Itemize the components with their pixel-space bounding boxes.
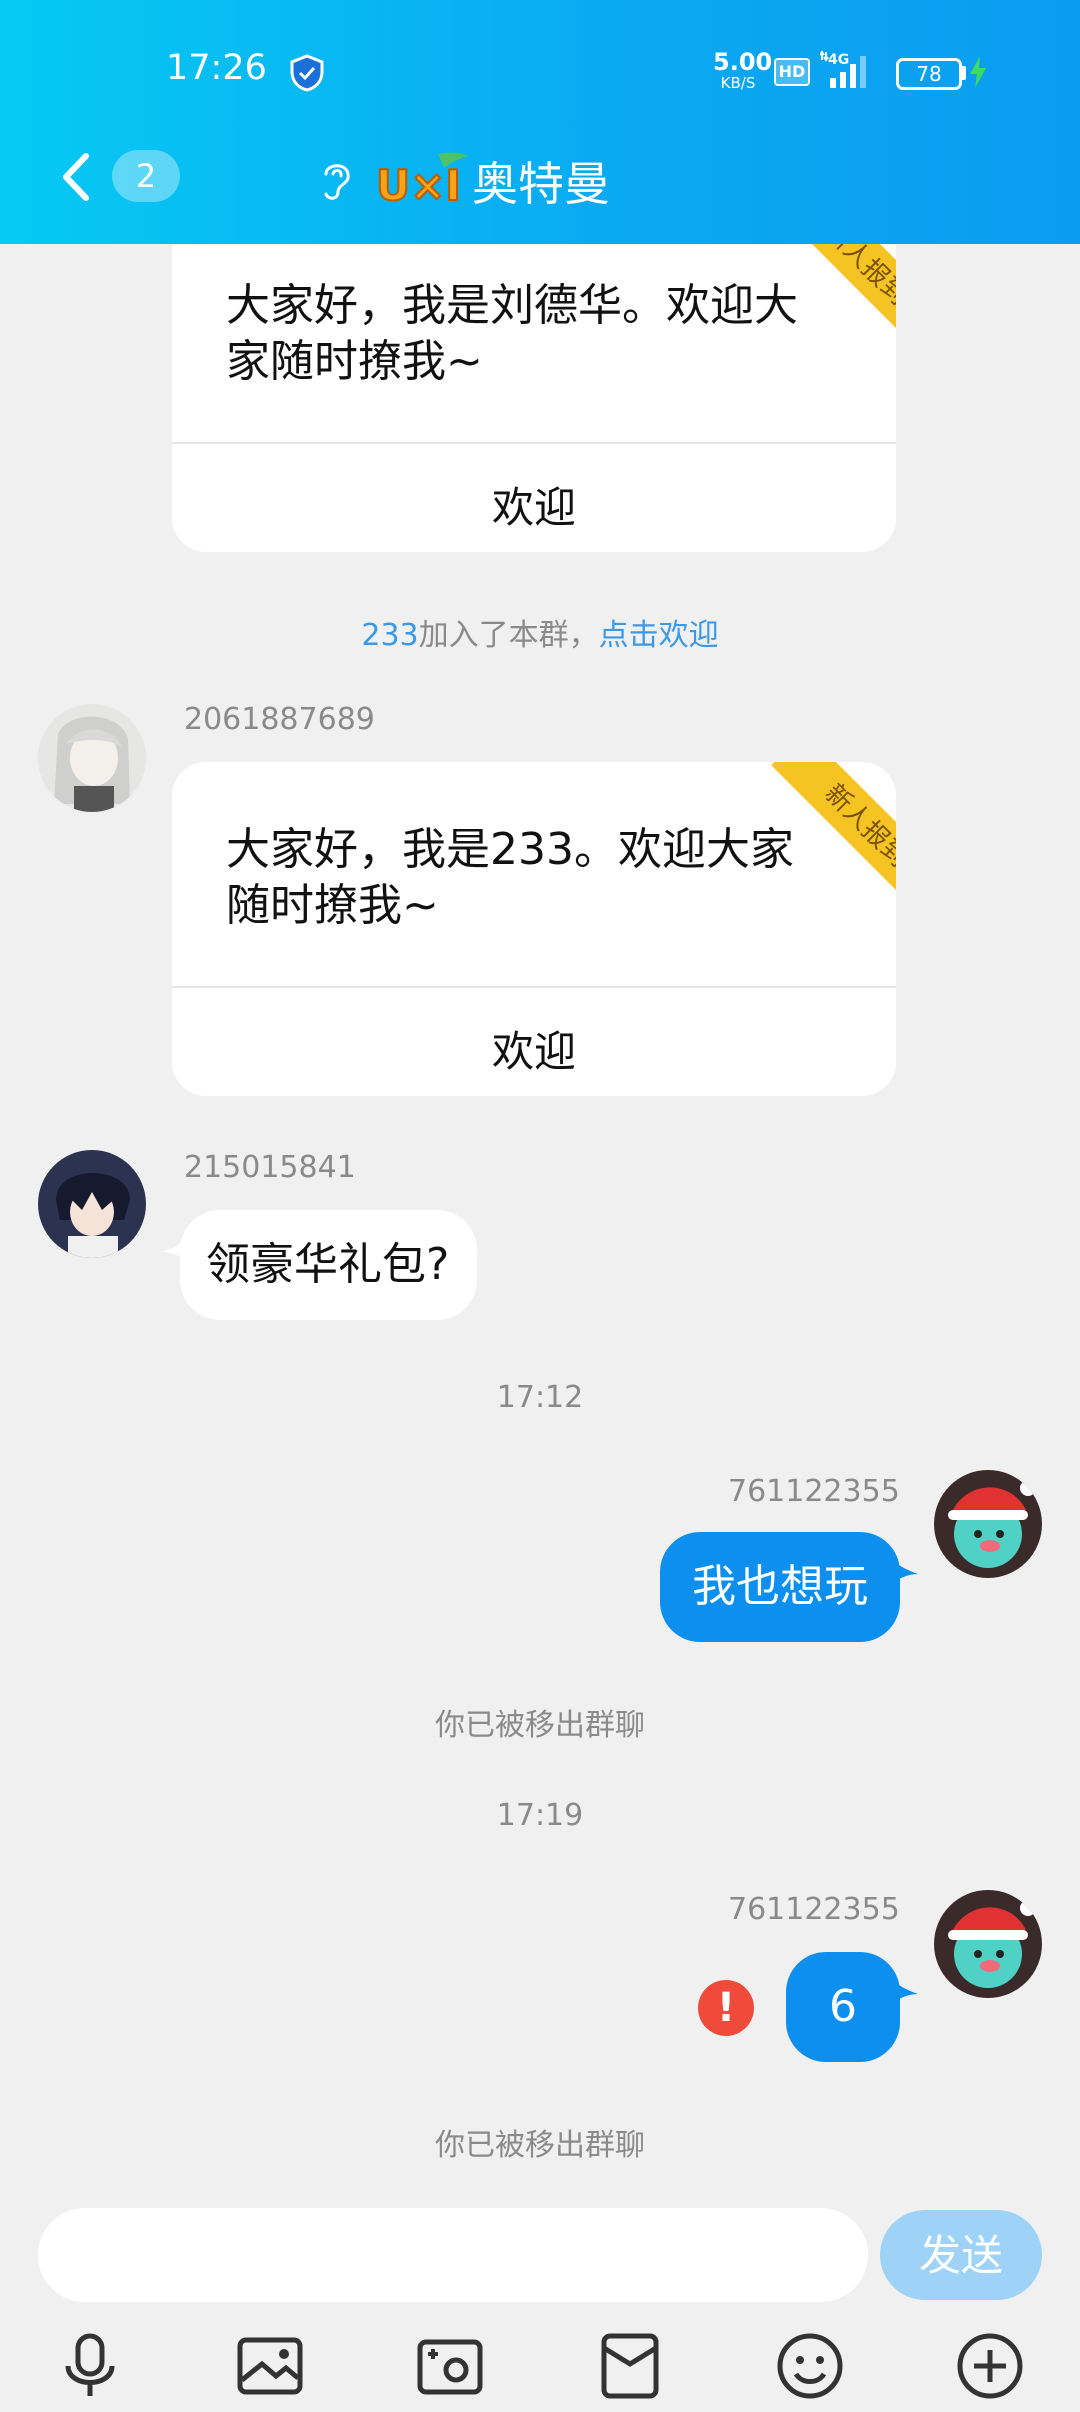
welcome-card-text: 大家好，我是233。欢迎大家随时撩我~: [226, 824, 794, 931]
svg-text:U×I: U×I: [376, 161, 461, 210]
network-speed: 5.00 KB/S: [713, 48, 773, 92]
send-button[interactable]: 发送: [880, 2210, 1042, 2300]
signal-icon: 4G: [820, 50, 866, 88]
welcome-card-text: 大家好，我是刘德华。欢迎大家随时撩我~: [226, 280, 798, 387]
avatar-illustration: [38, 704, 146, 812]
message-input[interactable]: [38, 2208, 868, 2302]
status-time: 17:26: [166, 48, 267, 88]
message-bubble[interactable]: 我也想玩: [660, 1532, 900, 1642]
back-icon[interactable]: [56, 150, 96, 204]
join-notice-text: 加入了本群，: [418, 618, 599, 653]
welcome-card: 大家好，我是233。欢迎大家随时撩我~ 欢迎 新人报到: [172, 762, 896, 1096]
battery-indicator: 78: [896, 58, 962, 90]
my-avatar[interactable]: [934, 1470, 1042, 1578]
sender-name: 215015841: [184, 1150, 356, 1185]
plus-icon[interactable]: [950, 2326, 1030, 2406]
message-bubble[interactable]: 6: [786, 1952, 900, 2062]
sender-name: 761122355: [728, 1892, 900, 1927]
new-member-ribbon: 新人报到: [771, 244, 896, 350]
red-packet-icon[interactable]: [590, 2326, 670, 2406]
join-notice: 233加入了本群，点击欢迎: [0, 610, 1080, 654]
ribbon: 新人报到: [746, 762, 896, 912]
svg-text:4G: 4G: [828, 52, 849, 68]
welcome-link[interactable]: 点击欢迎: [599, 618, 719, 653]
avatar[interactable]: [38, 244, 138, 264]
sender-name: 761122355: [728, 1474, 900, 1509]
welcome-button[interactable]: 欢迎: [172, 1018, 896, 1079]
system-notice: 你已被移出群聊: [435, 2128, 645, 2163]
bubble-tail: [890, 1558, 918, 1586]
camera-icon[interactable]: [410, 2326, 490, 2406]
avatar-illustration: [934, 1890, 1042, 1998]
image-icon[interactable]: [230, 2326, 310, 2406]
avatar-illustration: [38, 1150, 146, 1258]
bubble-tail: [890, 1978, 918, 2006]
group-logo: U×I: [375, 152, 468, 210]
card-divider: [172, 986, 896, 988]
header: 17:26 5.00 KB/S HD 4G 78 2 U×I 奥特曼: [0, 0, 1080, 244]
avatar[interactable]: [38, 704, 146, 812]
ribbon: 新人报到: [746, 244, 896, 350]
joined-user-link[interactable]: 233: [361, 618, 418, 653]
send-failed-icon[interactable]: !: [698, 1980, 754, 2036]
chat-title: 奥特曼: [472, 157, 610, 211]
charging-icon: [970, 56, 986, 88]
my-avatar[interactable]: [934, 1890, 1042, 1998]
welcome-button[interactable]: 欢迎: [172, 474, 896, 535]
shield-icon: [290, 54, 324, 92]
hd-badge: HD: [774, 58, 810, 86]
system-notice: 你已被移出群聊: [435, 1708, 645, 1743]
battery-tip: [962, 66, 966, 80]
welcome-card: 大家好，我是刘德华。欢迎大家随时撩我~ 欢迎 新人报到: [172, 244, 896, 552]
sender-name: 2061887689: [184, 702, 375, 737]
timestamp: 17:12: [496, 1380, 584, 1415]
emoji-icon[interactable]: [770, 2326, 850, 2406]
new-member-ribbon: 新人报到: [771, 762, 896, 912]
ear-icon[interactable]: [316, 156, 356, 204]
microphone-icon[interactable]: [50, 2326, 130, 2406]
unread-count-badge[interactable]: 2: [112, 150, 180, 202]
avatar[interactable]: [38, 1150, 146, 1258]
message-bubble[interactable]: 领豪华礼包?: [180, 1210, 478, 1320]
avatar-illustration: [934, 1470, 1042, 1578]
timestamp: 17:19: [496, 1798, 584, 1833]
card-divider: [172, 442, 896, 444]
